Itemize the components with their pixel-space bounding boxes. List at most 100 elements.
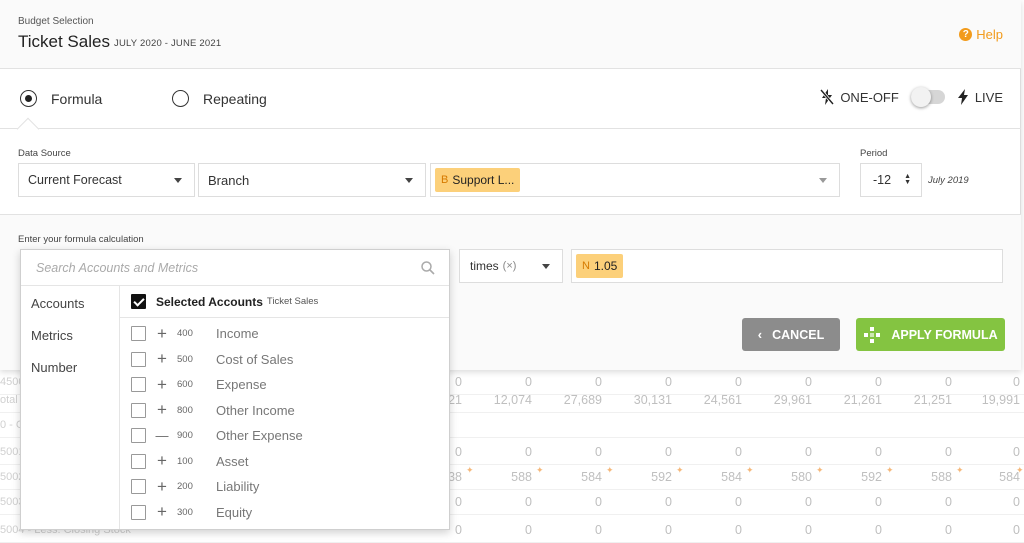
apply-formula-button[interactable]: APPLY FORMULA	[856, 318, 1005, 351]
collapse-icon[interactable]: —	[155, 428, 169, 443]
table-cell: 0	[945, 445, 952, 459]
number-chip[interactable]: N 1.05	[576, 254, 624, 278]
period-stepper[interactable]: -12 ▲ ▼	[860, 163, 922, 197]
period-label: Period	[860, 148, 888, 159]
table-cell: 24,561	[703, 393, 742, 407]
account-name: Equity	[216, 504, 253, 520]
table-cell: 19,991	[981, 393, 1020, 407]
modal-header: Budget Selection Ticket Sales JULY 2020 …	[0, 0, 1021, 69]
account-checkbox[interactable]	[131, 351, 146, 367]
table-cell: 0	[945, 495, 952, 509]
account-picker-panel: Search Accounts and Metrics Accounts Met…	[20, 249, 450, 530]
account-checkbox[interactable]	[131, 479, 146, 494]
account-name: Income	[216, 326, 259, 341]
formula-radio-label: Formula	[51, 90, 103, 107]
repeating-radio[interactable]: Repeating	[172, 90, 267, 107]
chip-letter: N	[582, 260, 590, 272]
search-input[interactable]: Search Accounts and Metrics	[21, 250, 449, 286]
chevron-down-icon	[405, 178, 413, 183]
table-cell: 0	[665, 445, 672, 459]
formula-value-field[interactable]: N 1.05	[571, 249, 1003, 283]
table-cell: 0	[595, 495, 602, 509]
breadcrumb: Budget Selection	[18, 16, 94, 27]
account-code: 200	[177, 481, 193, 492]
table-cell: 29,961	[773, 393, 812, 407]
table-cell: 0	[665, 495, 672, 509]
table-cell: 0	[735, 523, 742, 537]
table-cell: 0	[805, 523, 812, 537]
operator-symbol: (×)	[502, 260, 517, 272]
expand-icon[interactable]: +	[155, 376, 169, 393]
table-cell: 0	[1013, 523, 1020, 537]
formula-radio[interactable]: Formula	[20, 90, 102, 107]
select-all-checkbox[interactable]	[131, 294, 146, 309]
list-item[interactable]: + 400 Income	[120, 321, 449, 346]
account-checkbox[interactable]	[131, 504, 146, 520]
account-name: Expense	[216, 377, 267, 392]
list-item[interactable]: + 100 Asset	[120, 449, 449, 474]
mode-selector: Formula Repeating ONE-OFF LIVE	[0, 69, 1021, 141]
radio-unchecked-icon	[172, 90, 189, 107]
account-code: 500	[177, 353, 193, 365]
list-item[interactable]: + 600 Expense	[120, 372, 449, 397]
stepper-arrows-icon[interactable]: ▲ ▼	[904, 173, 911, 186]
table-cell: 0	[945, 523, 952, 537]
category-number[interactable]: Number	[31, 360, 77, 375]
account-code: 900	[177, 430, 193, 441]
table-cell: 0	[1013, 495, 1020, 509]
table-cell: 584	[721, 470, 742, 484]
branch-filter-select[interactable]: B Support L...	[430, 163, 840, 197]
table-cell: 0	[665, 375, 672, 389]
help-link[interactable]: ? Help	[959, 27, 1003, 42]
list-item[interactable]: + 300 Equity	[120, 500, 449, 525]
expand-icon[interactable]: +	[155, 503, 169, 520]
chevron-down-icon	[174, 178, 182, 183]
category-metrics[interactable]: Metrics	[31, 328, 73, 343]
lightning-icon	[957, 89, 968, 105]
table-cell: 0	[875, 523, 882, 537]
expand-icon[interactable]: +	[155, 478, 169, 495]
expand-icon[interactable]: +	[155, 401, 169, 418]
category-accounts[interactable]: Accounts	[31, 296, 84, 311]
account-name: Liability	[216, 479, 260, 494]
list-item[interactable]: + 800 Other Income	[120, 398, 449, 423]
account-checkbox[interactable]	[131, 326, 146, 341]
account-checkbox[interactable]	[131, 453, 146, 469]
table-cell: 0	[945, 375, 952, 389]
cancel-button[interactable]: ‹ CANCEL	[742, 318, 840, 351]
list-item[interactable]: + 500 Cost of Sales	[120, 347, 449, 372]
account-checkbox[interactable]	[131, 377, 146, 392]
table-cell: 0	[595, 375, 602, 389]
live-toggle[interactable]	[910, 87, 945, 107]
account-code: 800	[177, 404, 193, 416]
table-cell: 588	[931, 470, 952, 484]
expand-icon[interactable]: +	[155, 452, 169, 469]
date-range-subtitle: JULY 2020 - JUNE 2021	[114, 38, 222, 49]
account-checkbox[interactable]	[131, 428, 146, 443]
selected-accounts-title: Selected Accounts	[156, 294, 263, 309]
source-select-value: Current Forecast	[28, 173, 122, 187]
picker-categories: Accounts Metrics Number	[21, 286, 120, 529]
chevron-left-icon: ‹	[757, 327, 763, 342]
help-label: Help	[976, 27, 1003, 42]
table-cell: 588	[511, 470, 532, 484]
expand-icon[interactable]: +	[155, 325, 169, 342]
question-circle-icon: ?	[959, 28, 973, 41]
data-source-section: Data Source Current Forecast Branch B Su…	[0, 129, 1021, 215]
branch-chip[interactable]: B Support L...	[435, 168, 521, 192]
list-item[interactable]: + 200 Liability	[120, 474, 449, 499]
list-item[interactable]: — 900 Other Expense	[120, 423, 449, 448]
spark-icon: ✦	[536, 465, 544, 475]
operator-select[interactable]: times (×)	[459, 249, 563, 283]
source-select[interactable]: Current Forecast	[18, 163, 195, 197]
one-off-live-control: ONE-OFF LIVE	[820, 87, 1003, 107]
chip-label: Support L...	[452, 173, 515, 187]
chevron-down-icon	[542, 264, 550, 269]
period-value: -12	[873, 173, 892, 187]
account-name: Other Income	[216, 402, 295, 418]
table-cell: 0	[875, 445, 882, 459]
table-cell: 584	[999, 470, 1020, 484]
expand-icon[interactable]: +	[155, 350, 169, 367]
dimension-select[interactable]: Branch	[198, 163, 426, 197]
account-checkbox[interactable]	[131, 402, 146, 418]
